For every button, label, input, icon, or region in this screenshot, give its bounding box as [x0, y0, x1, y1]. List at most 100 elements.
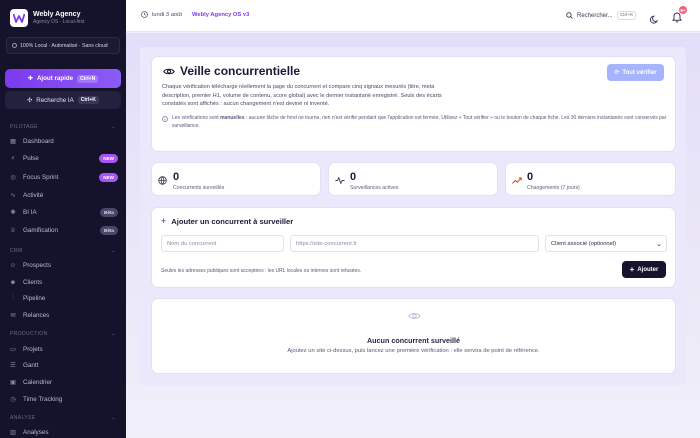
sidebar-item-label: Pipeline [23, 294, 46, 302]
new-badge: NEW [99, 172, 118, 182]
activity-icon: ∿ [10, 191, 16, 199]
add-competitor-title-text: Ajouter un concurrent à surveiller [171, 216, 294, 226]
sidebar-item-calendrier[interactable]: ▣ Calendrier [9, 376, 118, 388]
section-pilotage-label: PILOTAGE [10, 124, 38, 130]
quick-add-label: Ajout rapide [36, 75, 74, 82]
activity-icon [335, 177, 345, 184]
ai-search-button[interactable]: ✣ Recherche IA Ctrl+K [5, 91, 121, 109]
pipeline-icon: ⫶ [12, 294, 14, 301]
sidebar-item-label: Gantt [23, 361, 39, 369]
brand[interactable]: Webly Agency Agency OS · Local-first [0, 0, 126, 27]
page-title-text: Veille concurrentielle [180, 64, 301, 78]
sidebar-item-relances[interactable]: ✉ Relances [9, 309, 118, 321]
client-select-value: Client associé (optionnel) [551, 240, 617, 247]
beta-badge: Bêta [100, 207, 118, 217]
stat-value: 0 [173, 171, 180, 183]
header-search-button[interactable]: Rechercher... Ctrl+K [566, 11, 637, 20]
sidebar-item-label: Relances [23, 311, 50, 319]
status-dot-icon [12, 43, 17, 48]
user-icon: ☻ [9, 278, 17, 286]
empty-state-card: Aucun concurrent surveillé Ajoutez un si… [151, 298, 676, 374]
sidebar-item-time-tracking[interactable]: ◷ Time Tracking [9, 393, 118, 405]
section-crm-label: CRM [10, 248, 23, 254]
intro-note-bold: manuelles [220, 115, 245, 121]
sidebar-item-label: Projets [23, 345, 43, 353]
sparkle-icon: ✣ [27, 96, 33, 104]
section-crm[interactable]: CRM ⌄ [10, 248, 116, 254]
sidebar-item-label: Time Tracking [23, 395, 63, 403]
add-competitor-button[interactable]: + Ajouter [622, 261, 666, 278]
brand-logo [10, 9, 28, 27]
sidebar-item-label: Pulse [23, 154, 39, 162]
competitor-watch-panel: Veille concurrentielle Chaque vérificati… [140, 47, 686, 385]
chevron-down-icon: ⌄ [111, 124, 116, 130]
trophy-icon: ♕ [10, 226, 16, 234]
stat-card-changes: 0 Changements (7 jours) [505, 162, 676, 196]
mail-icon: ✉ [10, 311, 16, 319]
quick-add-shortcut: Ctrl+N [77, 74, 99, 83]
chevron-down-icon: ⌄ [656, 240, 662, 248]
sidebar-item-bi-ia[interactable]: ✺ BI IA Bêta [9, 206, 118, 218]
competitor-url-input[interactable]: https://site-concurrent.fr [290, 235, 539, 252]
brand-subtitle: Agency OS · Local-first [33, 19, 85, 25]
eye-icon [163, 68, 175, 74]
section-pilotage[interactable]: PILOTAGE ⌄ [10, 124, 116, 130]
header-search-label: Rechercher... [577, 12, 613, 19]
sidebar-item-gantt[interactable]: ☰ Gantt [9, 359, 118, 371]
stat-card-competitors: 0 Concurrents surveillés [151, 162, 321, 196]
brain-icon: ✺ [10, 208, 16, 216]
add-competitor-card: + Ajouter un concurrent à surveiller Nom… [151, 207, 676, 288]
verify-all-button[interactable]: ⟳ Tout vérifier [607, 64, 664, 81]
section-production[interactable]: PRODUCTION ⌄ [10, 331, 116, 337]
competitor-name-input[interactable]: Nom du concurrent [161, 235, 284, 252]
intro-note-prefix: Les vérifications sont [172, 115, 221, 121]
eye-icon [408, 313, 421, 319]
sidebar-item-dashboard[interactable]: ▦ Dashboard [9, 135, 118, 147]
sidebar-item-label: BI IA [23, 208, 37, 216]
header-app-name: Webly Agency OS v3 [192, 12, 250, 18]
sidebar-item-label: Clients [23, 278, 43, 286]
sidebar-item-prospects[interactable]: ☺ Prospects [9, 259, 118, 271]
quick-add-button[interactable]: ✚ Ajout rapide Ctrl+N [5, 69, 121, 88]
header-search-shortcut: Ctrl+K [616, 11, 637, 20]
trend-icon [512, 177, 522, 184]
ai-search-shortcut: Ctrl+K [77, 96, 99, 104]
empty-state-title: Aucun concurrent surveillé [366, 336, 461, 345]
sidebar-item-label: Focus Sprint [23, 173, 59, 181]
chevron-down-icon: ⌄ [111, 331, 116, 337]
sidebar-item-projets[interactable]: ▭ Projets [9, 343, 118, 355]
gantt-icon: ☰ [10, 361, 16, 369]
chevron-down-icon: ⌄ [111, 415, 116, 421]
sidebar-item-focus-sprint[interactable]: ◎ Focus Sprint NEW [9, 171, 118, 183]
client-select[interactable]: Client associé (optionnel) ⌄ [545, 235, 667, 252]
sidebar-item-pulse[interactable]: ⚡ Pulse NEW [9, 152, 118, 164]
sidebar-item-label: Gamification [23, 226, 58, 234]
sidebar-item-label: Prospects [23, 261, 51, 269]
stat-card-active-watches: 0 Surveillances actives [328, 162, 498, 196]
section-analyse[interactable]: ANALYSE ⌄ [10, 415, 116, 421]
chevron-down-icon: ⌄ [111, 248, 116, 254]
folder-icon: ▭ [10, 345, 16, 353]
plus-icon: + [161, 216, 167, 226]
theme-toggle-button[interactable] [649, 11, 659, 29]
dashboard-icon: ▦ [10, 137, 16, 145]
sidebar-item-activite[interactable]: ∿ Activité [9, 189, 118, 201]
sidebar-item-label: Analyses [23, 428, 49, 436]
stat-label: Changements (7 jours) [527, 185, 580, 191]
url-hint: Seules les adresses publiques sont accep… [161, 268, 362, 274]
sidebar-item-gamification[interactable]: ♕ Gamification Bêta [9, 224, 118, 236]
sidebar-item-clients[interactable]: ☻ Clients [9, 276, 118, 288]
new-badge: NEW [99, 153, 118, 163]
refresh-icon: ⟳ [614, 70, 620, 76]
intro-note-suffix: : aucune tâche de fond ne tourne, rien n… [172, 115, 667, 129]
moon-icon [649, 15, 659, 24]
header-separator: · [188, 10, 190, 16]
sidebar: Webly Agency Agency OS · Local-first 100… [0, 0, 126, 438]
stat-label: Surveillances actives [350, 185, 399, 191]
sidebar-item-pipeline[interactable]: ⫶ Pipeline [9, 292, 118, 304]
stat-value: 0 [350, 171, 357, 183]
sidebar-item-analyses[interactable]: ▥ Analyses [9, 426, 118, 438]
sidebar-item-label: Activité [23, 191, 44, 199]
intro-description: Chaque vérification télécharge réellemen… [162, 84, 442, 107]
calendar-icon: ▣ [10, 378, 16, 386]
